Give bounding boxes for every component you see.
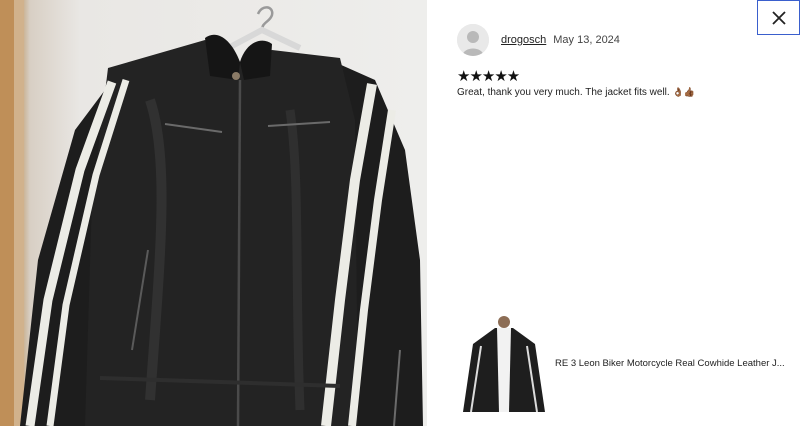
product-link[interactable]: RE 3 Leon Biker Motorcycle Real Cowhide … [461, 314, 796, 413]
default-avatar-icon [457, 24, 489, 56]
close-icon [771, 10, 786, 25]
product-jacket-image [461, 314, 547, 413]
reviewer-name-link[interactable]: drogosch [501, 34, 546, 46]
reviewer-row: drogosch May 13, 2024 [457, 24, 620, 56]
star-rating: ★★★★★ [457, 67, 520, 85]
review-emoji: 👌🏾👍🏾 [672, 88, 695, 98]
close-button[interactable] [757, 0, 800, 35]
review-panel: drogosch May 13, 2024 ★★★★★ Great, thank… [427, 0, 800, 426]
avatar[interactable] [457, 24, 489, 56]
review-date: May 13, 2024 [553, 34, 620, 46]
product-title[interactable]: RE 3 Leon Biker Motorcycle Real Cowhide … [555, 358, 791, 369]
review-text: Great, thank you very much. The jacket f… [457, 87, 670, 98]
review-photo[interactable] [0, 0, 427, 426]
product-thumbnail[interactable] [461, 314, 547, 413]
review-text-block: Great, thank you very much. The jacket f… [457, 86, 695, 100]
jacket-photo-illustration [0, 0, 423, 426]
